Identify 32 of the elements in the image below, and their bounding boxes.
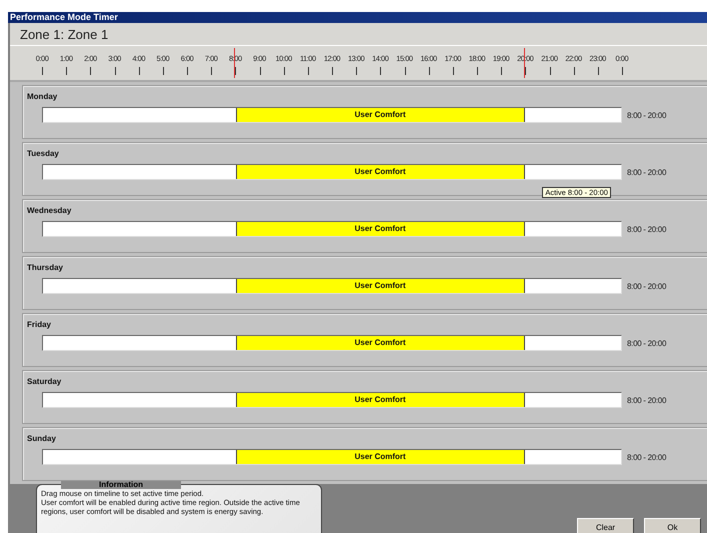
timeline-track[interactable]: User Comfort xyxy=(42,449,622,465)
timeline-track[interactable]: User Comfort xyxy=(42,278,622,294)
day-name: Saturday xyxy=(26,376,62,387)
active-period[interactable]: User Comfort xyxy=(236,450,525,464)
time-range: 8:00 - 20:00 xyxy=(627,282,666,290)
time-range: 8:00 - 20:00 xyxy=(627,224,666,234)
active-period[interactable]: User Comfort xyxy=(236,222,525,236)
time-range: 8:00 - 20:00 xyxy=(627,396,666,404)
timeline-track[interactable]: User Comfort xyxy=(42,221,622,237)
day-name: Thursday xyxy=(26,262,64,273)
time-range: 8:00 - 20:00 xyxy=(627,338,666,348)
active-period[interactable]: User Comfort xyxy=(236,108,525,122)
dialog-button[interactable]: Ok xyxy=(644,518,701,533)
timeline-track[interactable]: User Comfort xyxy=(42,335,622,351)
timeline-track[interactable]: User Comfort xyxy=(42,164,622,180)
time-range: 8:00 - 20:00 xyxy=(627,168,666,176)
active-period[interactable]: User Comfort xyxy=(236,393,525,407)
window-title: Performance Mode Timer xyxy=(8,12,707,23)
timeline-track[interactable]: User Comfort xyxy=(42,107,622,123)
day-name: Tuesday xyxy=(26,148,60,159)
day-name: Sunday xyxy=(26,433,57,444)
day-name: Monday xyxy=(26,91,58,102)
day-name: Wednesday xyxy=(26,205,72,216)
dialog-button[interactable]: Clear xyxy=(577,518,634,533)
active-period[interactable]: User Comfort xyxy=(236,165,525,179)
active-period[interactable]: User Comfort xyxy=(236,336,525,350)
time-range: 8:00 - 20:00 xyxy=(627,452,666,462)
timeline-track[interactable]: User Comfort xyxy=(42,392,622,408)
day-name: Friday xyxy=(26,319,52,330)
active-period[interactable]: User Comfort xyxy=(236,279,525,293)
time-range: 8:00 - 20:00 xyxy=(627,110,666,120)
zone-title: Zone 1: Zone 1 xyxy=(10,23,707,46)
